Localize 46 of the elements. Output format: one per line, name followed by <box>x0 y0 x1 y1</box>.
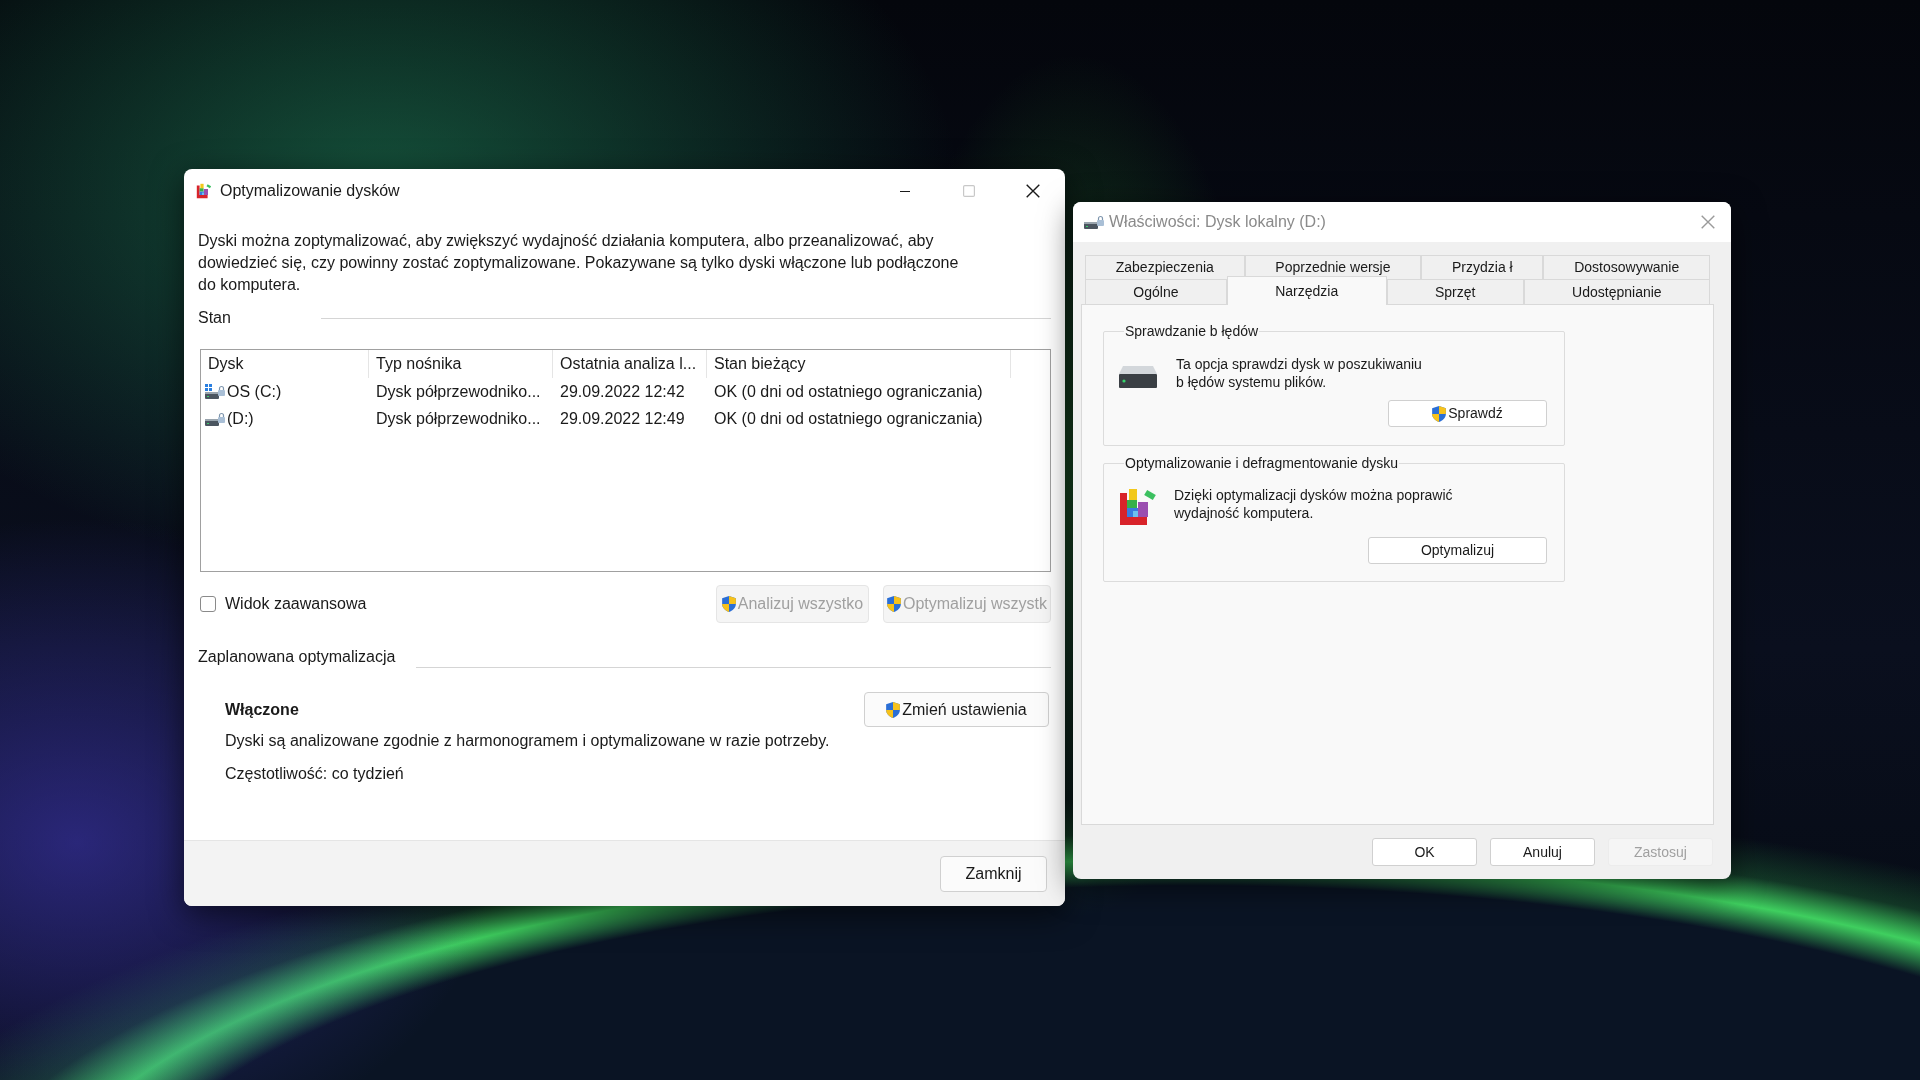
ok-button[interactable]: OK <box>1372 838 1477 866</box>
defrag-icon <box>196 183 212 199</box>
column-header[interactable]: Ostatnia analiza l... <box>553 350 707 378</box>
window-title: Optymalizowanie dysków <box>220 181 400 201</box>
window-title: Właściwości: Dysk lokalny (D:) <box>1109 212 1326 232</box>
status-text: OK (0 dni od ostatniego ograniczania) <box>714 409 983 427</box>
tab[interactable]: Zabezpieczenia <box>1085 255 1245 279</box>
change-settings-button[interactable]: Zmień ustawienia <box>864 692 1049 727</box>
group-title: Sprawdzanie b łędów <box>1124 323 1260 340</box>
section-label: Zaplanowana optymalizacja <box>198 647 397 667</box>
drive-name: (D:) <box>227 408 254 429</box>
media-type: Dysk półprzewodniko... <box>376 382 541 400</box>
defrag-icon <box>1118 487 1158 527</box>
tab[interactable]: Przydzia ł <box>1421 255 1544 279</box>
tab[interactable]: Ogólne <box>1085 279 1227 304</box>
last-analysis-text: 29.09.2022 12:49 <box>560 409 685 427</box>
drive-icon <box>205 410 225 427</box>
checkbox-label: Widok zaawansowa <box>225 594 367 614</box>
drive-icon <box>1119 366 1157 388</box>
description-text: Dyski można zoptymalizować, aby zwiększyć wydajność działania komputera, albo przeanalizować, aby dowiedzieć się, czy powinny zostać zoptymalizowane. Pokazywane są tylko dyski włączone lub podłączone do komputera. <box>198 231 960 295</box>
tab[interactable]: Dostosowywanie <box>1543 255 1710 279</box>
tab[interactable]: Poprzednie wersje <box>1244 255 1422 279</box>
tab[interactable]: Sprzęt <box>1386 279 1524 304</box>
close-dialog-button[interactable]: Zamknij <box>940 855 1047 892</box>
section-label: Stan <box>198 308 232 328</box>
drive-icon <box>1084 214 1104 230</box>
last-analysis-text: 29.09.2022 12:42 <box>560 382 685 400</box>
check-disk-button[interactable]: Sprawdź <box>1388 400 1547 427</box>
schedule-state: Włączone <box>225 699 299 720</box>
checkbox[interactable] <box>200 596 216 612</box>
cancel-button[interactable]: Anuluj <box>1490 838 1595 866</box>
group-description: Ta opcja sprawdzi dysk w poszukiwaniu b łędów systemu plików. <box>1176 355 1423 391</box>
tab[interactable]: Narzędzia <box>1226 276 1387 305</box>
column-header[interactable]: Typ nośnika <box>369 350 553 378</box>
optimize-button[interactable]: Optymalizuj <box>1368 537 1547 564</box>
column-header[interactable]: Dysk <box>201 350 369 378</box>
frequency-text: Częstotliwość: co tydzień <box>225 764 405 784</box>
column-header[interactable]: Stan bieżący <box>707 350 1011 378</box>
schedule-description: Dyski są analizowane zgodnie z harmonogramem i optymalizowane w razie potrzeby. <box>225 731 831 751</box>
tab[interactable]: Udostępnianie <box>1523 279 1710 304</box>
status-text: OK (0 dni od ostatniego ograniczania) <box>714 382 983 400</box>
drive-name: OS (C:) <box>227 381 282 402</box>
group-title: Optymalizowanie i defragmentowanie dysku <box>1124 455 1400 472</box>
media-type: Dysk półprzewodniko... <box>376 409 541 427</box>
group-description: Dzięki optymalizacji dysków można poprawić wydajność komputera. <box>1174 486 1454 523</box>
system-drive-icon <box>205 383 225 400</box>
